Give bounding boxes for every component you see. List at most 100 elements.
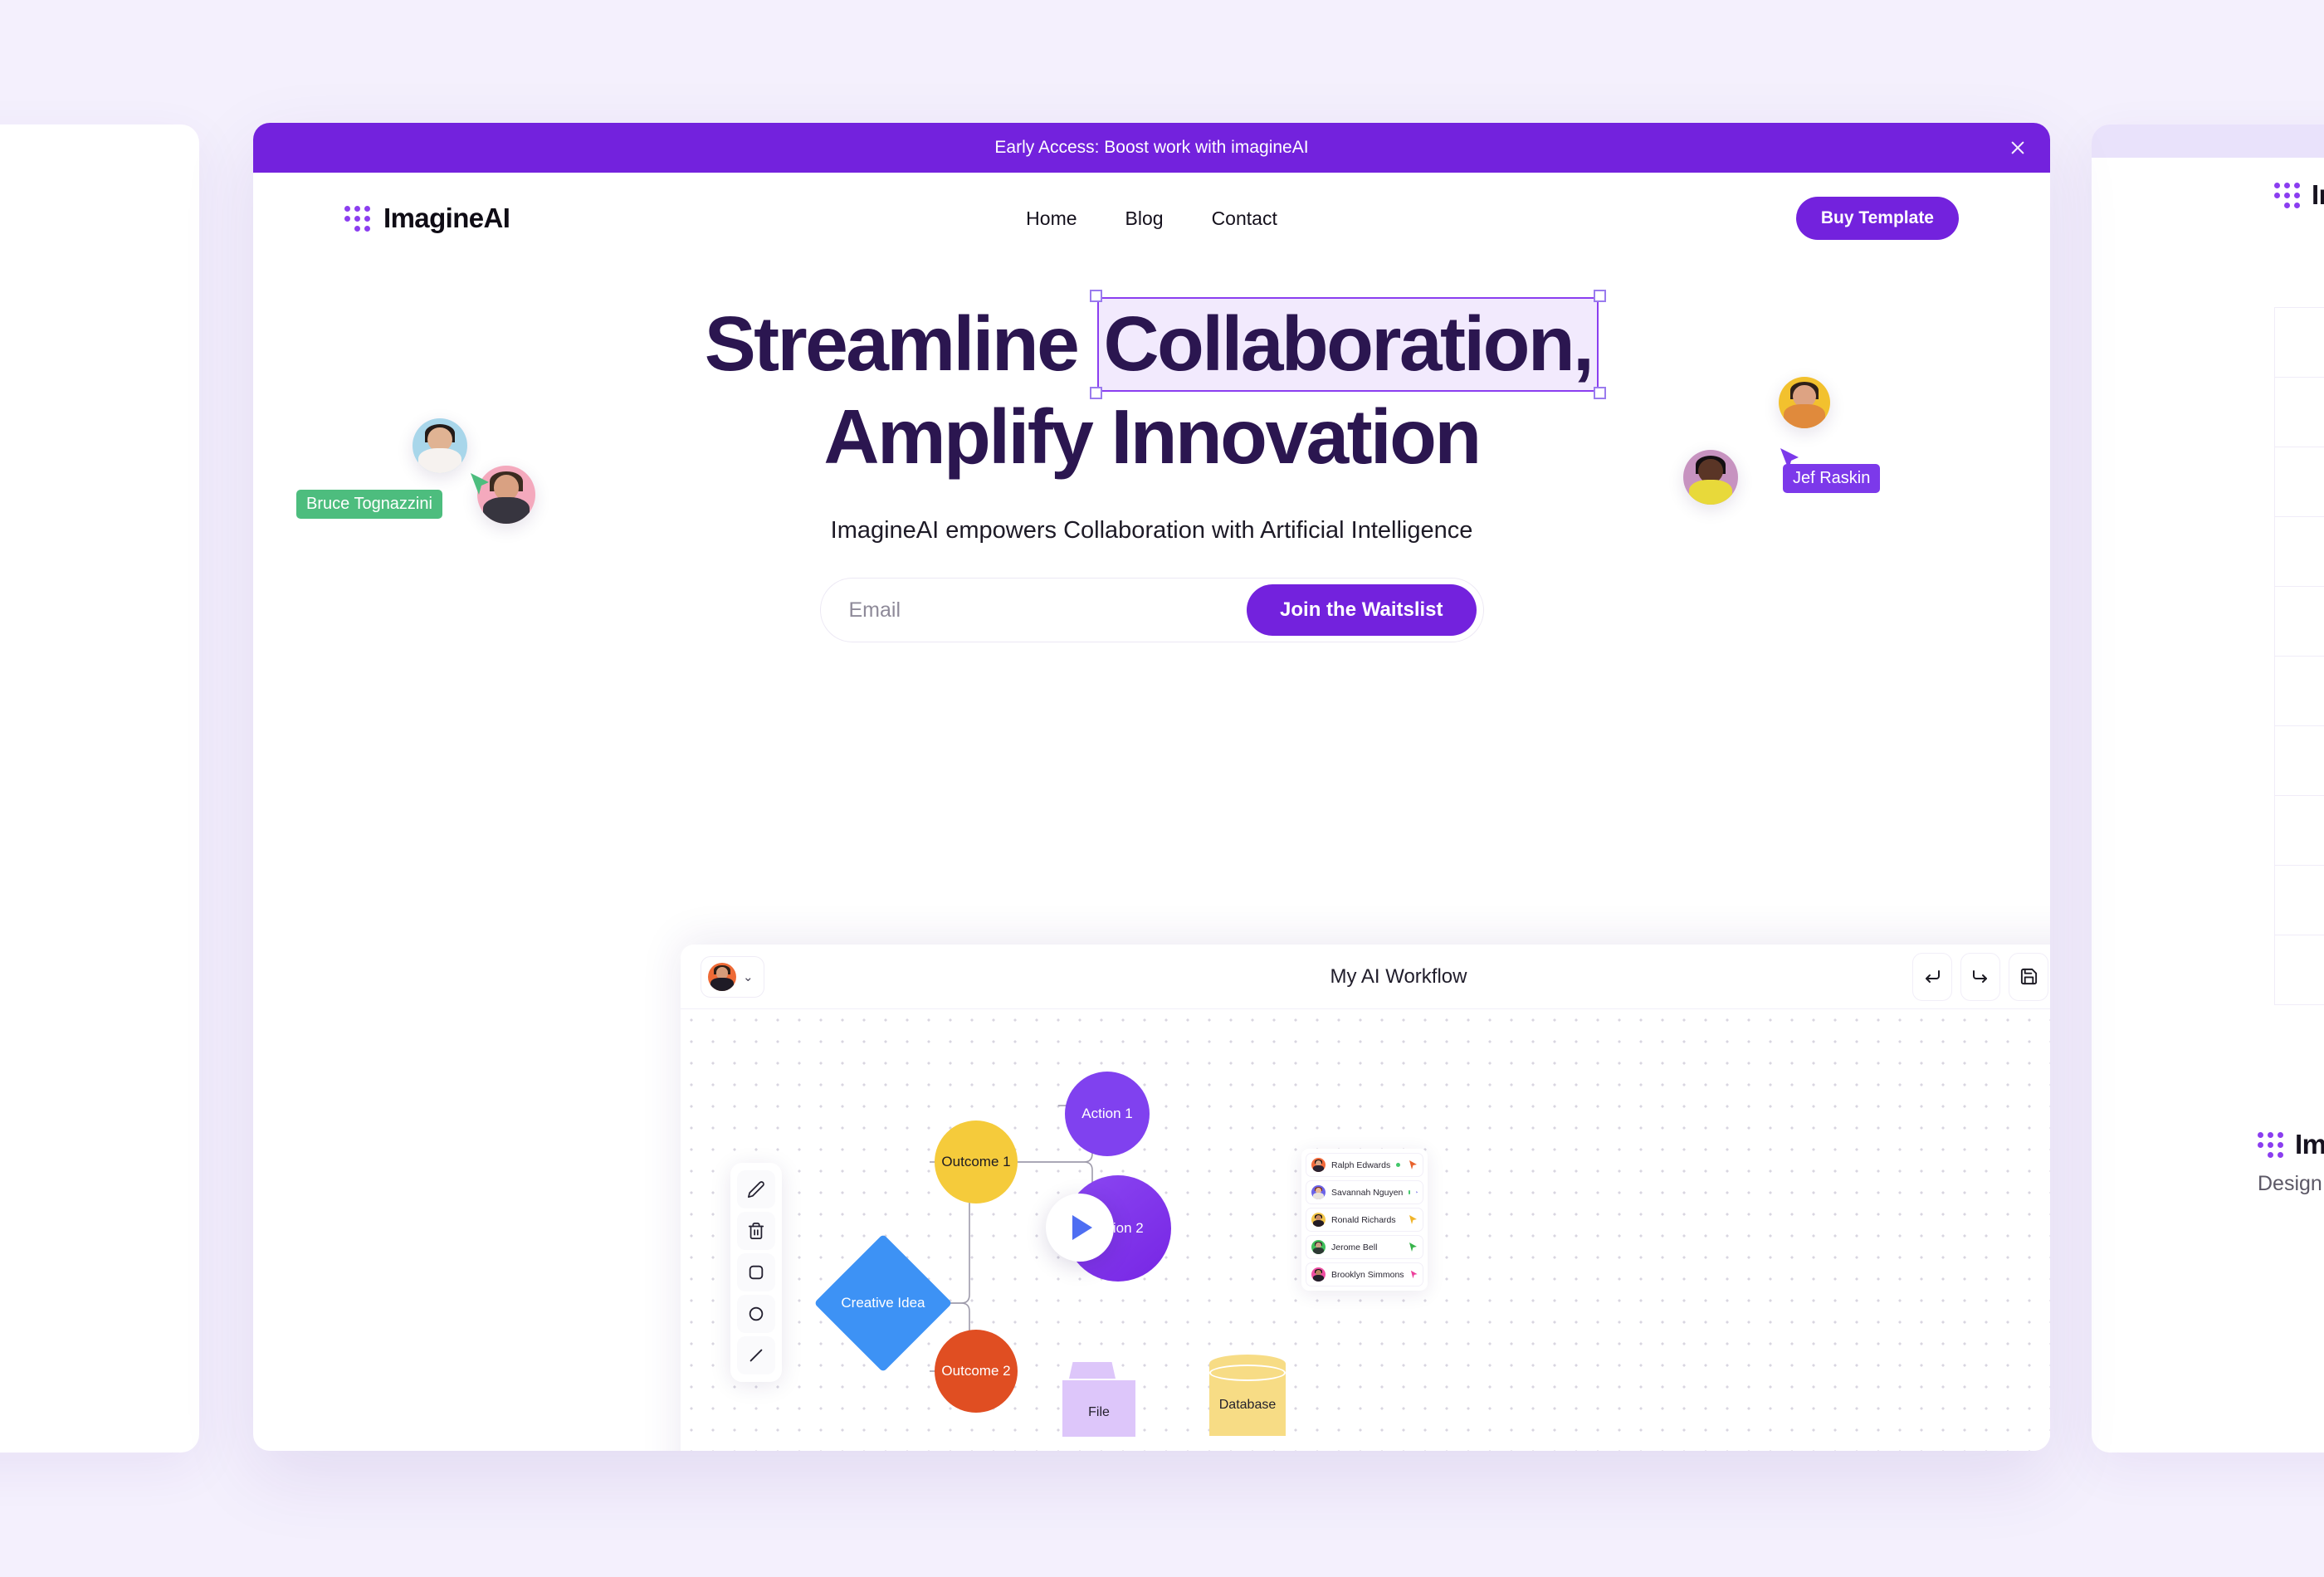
list-item[interactable]: Ralph Edwards xyxy=(1306,1153,1423,1177)
background-card-right-brand-label: Im xyxy=(2312,179,2324,210)
cursor-pointer-icon xyxy=(1409,1160,1417,1169)
background-card-right: Im Im Design xyxy=(2092,124,2324,1452)
brand-logo[interactable]: ImagineAI xyxy=(344,203,510,234)
workflow-canvas[interactable]: Creative Idea Outcome 1 Outcome 2 Action… xyxy=(681,1009,2050,1451)
play-icon xyxy=(1072,1215,1092,1240)
workflow-actions xyxy=(1912,952,2050,1001)
save-icon xyxy=(2020,968,2037,985)
nav-link-contact[interactable]: Contact xyxy=(1212,208,1277,230)
avatar xyxy=(1311,1240,1326,1254)
workflow-header: ⌄ My AI Workflow xyxy=(681,945,2050,1009)
brand-name: ImagineAI xyxy=(383,203,510,233)
pencil-tool-button[interactable] xyxy=(737,1170,775,1208)
play-button[interactable] xyxy=(1046,1194,1114,1262)
headline-selected-word: Collaboration, xyxy=(1096,297,1599,392)
site-navbar: ImagineAI Home Blog Contact Buy Template xyxy=(253,173,2050,264)
line-tool-button[interactable] xyxy=(737,1336,775,1374)
cursor-pointer-icon xyxy=(1409,1215,1417,1224)
logo-dot-grid-icon xyxy=(2274,182,2300,208)
avatar-floating-1 xyxy=(413,418,467,473)
cursor-pointer-icon xyxy=(1415,1191,1418,1194)
background-card-right-topbar xyxy=(2092,124,2324,158)
avatar-floating-4 xyxy=(1683,450,1738,505)
collaborator-name-tag-jef: Jef Raskin xyxy=(1783,464,1881,493)
list-item[interactable]: Savannah Nguyen xyxy=(1306,1180,1423,1204)
waitlist-form: Join the Waitslist xyxy=(819,578,1484,643)
redo-button[interactable] xyxy=(1960,952,2000,1001)
status-badge xyxy=(1396,1163,1401,1167)
canvas-toolbar xyxy=(730,1163,782,1382)
collaborator-name-tag-bruce: Bruce Tognazzini xyxy=(296,490,442,519)
flow-node-label: File xyxy=(1088,1405,1110,1419)
workflow-title: My AI Workflow xyxy=(1330,964,1467,988)
collaborator-list-panel: Ralph Edwards Savannah Nguyen Ronald Ric… xyxy=(1301,1149,1428,1291)
nav-links: Home Blog Contact xyxy=(1026,208,1277,230)
flow-node-outcome-1[interactable]: Outcome 1 xyxy=(935,1120,1018,1204)
list-item[interactable]: Ronald Richards xyxy=(1306,1208,1423,1232)
headline-line-2: Amplify Innovation xyxy=(823,393,1482,480)
avatar xyxy=(1311,1267,1326,1282)
flow-node-label: Outcome 2 xyxy=(941,1363,1011,1379)
trash-icon xyxy=(748,1222,764,1240)
flow-node-label: Outcome 1 xyxy=(941,1154,1011,1170)
selection-handle-bottom-left[interactable] xyxy=(1089,386,1102,399)
nav-link-blog[interactable]: Blog xyxy=(1125,208,1164,230)
background-card-left xyxy=(0,124,199,1452)
footer-logo-dot-grid-icon xyxy=(2258,1131,2283,1158)
logo-dot-grid-icon xyxy=(344,205,370,232)
flow-node-label: Action 1 xyxy=(1081,1106,1133,1122)
circle-icon xyxy=(749,1306,764,1321)
footer-tagline: Design xyxy=(2258,1172,2322,1195)
flow-node-action-1[interactable]: Action 1 xyxy=(1065,1072,1150,1156)
cursor-pointer-bruce xyxy=(471,473,489,495)
announcement-text: Early Access: Boost work with imagineAI xyxy=(994,138,1309,157)
avatar xyxy=(1311,1158,1326,1172)
selection-handle-top-right[interactable] xyxy=(1594,290,1607,302)
square-tool-button[interactable] xyxy=(737,1253,775,1291)
collaborator-name: Ralph Edwards xyxy=(1331,1160,1391,1170)
headline-selection[interactable]: Collaboration, xyxy=(1089,290,1607,399)
file-shape-tab xyxy=(1069,1362,1116,1379)
collaborator-name: Jerome Bell xyxy=(1331,1242,1378,1252)
avatar-portrait xyxy=(708,963,736,991)
avatar xyxy=(1311,1213,1326,1227)
flow-node-file[interactable]: File xyxy=(1062,1362,1135,1437)
save-button[interactable] xyxy=(2009,952,2048,1001)
flow-node-label: Database xyxy=(1218,1398,1277,1412)
avatar-floating-3 xyxy=(1779,377,1830,428)
email-field[interactable] xyxy=(848,598,1247,622)
avatar xyxy=(708,962,736,991)
collaborator-name: Ronald Richards xyxy=(1331,1214,1396,1225)
announcement-banner: Early Access: Boost work with imagineAI xyxy=(253,123,2050,173)
pencil-icon xyxy=(747,1181,764,1199)
footer-brand-label: Im xyxy=(2295,1129,2324,1160)
flow-node-outcome-2[interactable]: Outcome 2 xyxy=(935,1330,1018,1413)
flow-node-database[interactable]: Database xyxy=(1209,1355,1286,1436)
database-shape-ring xyxy=(1209,1365,1286,1381)
undo-button[interactable] xyxy=(1912,952,1952,1001)
square-icon xyxy=(749,1265,764,1280)
delete-tool-button[interactable] xyxy=(737,1212,775,1250)
avatar-portrait xyxy=(1779,377,1830,428)
flow-node-label: Creative Idea xyxy=(841,1295,925,1311)
redo-icon xyxy=(1973,969,1987,983)
landing-page-card: Early Access: Boost work with imagineAI … xyxy=(253,123,2050,1451)
buy-template-button[interactable]: Buy Template xyxy=(1795,197,1959,240)
collaborator-name: Brooklyn Simmons xyxy=(1331,1269,1404,1280)
join-waitlist-button[interactable]: Join the Waitslist xyxy=(1247,584,1477,637)
cursor-pointer-icon xyxy=(1410,1270,1418,1279)
list-item[interactable]: Jerome Bell xyxy=(1306,1235,1423,1259)
list-item[interactable]: Brooklyn Simmons xyxy=(1306,1262,1423,1286)
circle-tool-button[interactable] xyxy=(737,1295,775,1333)
workflow-app-window: ⌄ My AI Workflow Creative Idea Outcome 1… xyxy=(681,945,2050,1451)
selection-handle-top-left[interactable] xyxy=(1089,290,1102,302)
close-icon[interactable] xyxy=(2007,137,2029,159)
background-card-right-brand: Im xyxy=(2092,158,2324,211)
workflow-user-menu[interactable]: ⌄ xyxy=(701,955,764,998)
headline-part-1: Streamline xyxy=(704,300,1097,387)
background-card-right-grid xyxy=(2274,307,2324,1005)
selection-handle-bottom-right[interactable] xyxy=(1594,386,1607,399)
nav-link-home[interactable]: Home xyxy=(1026,208,1077,230)
line-icon xyxy=(749,1349,763,1362)
cursor-pointer-icon xyxy=(1409,1243,1417,1252)
